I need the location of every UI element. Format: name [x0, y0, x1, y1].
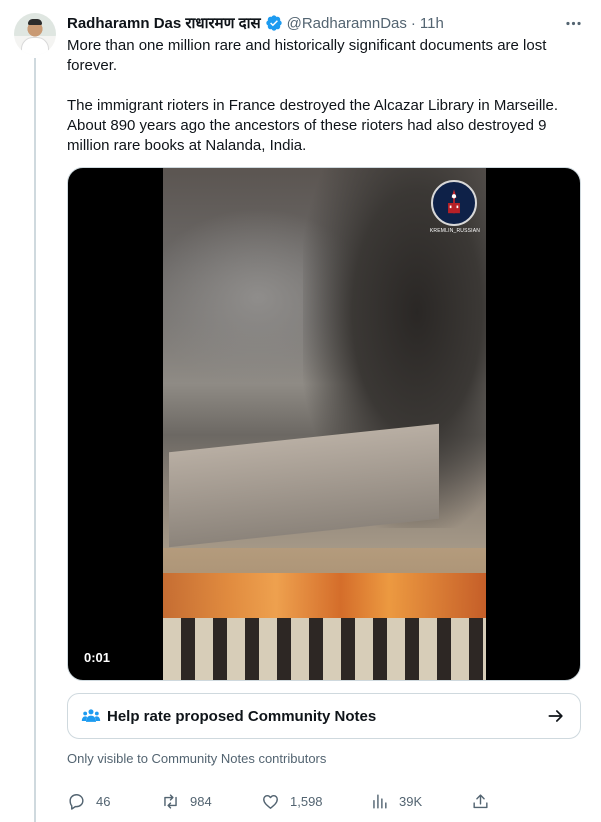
visibility-note: Only visible to Community Notes contribu…	[67, 751, 327, 766]
handle[interactable]: @RadharamnDas	[287, 15, 407, 32]
separator-dot: ·	[410, 14, 416, 32]
more-button[interactable]	[562, 12, 584, 34]
tweet-header: Radharamn Das राधारमण दास @RadharamnDas …	[67, 13, 444, 33]
avatar[interactable]	[14, 13, 56, 55]
like-button[interactable]: 1,598	[261, 791, 323, 811]
share-icon	[473, 793, 488, 808]
community-notes-button[interactable]: Help rate proposed Community Notes	[67, 693, 581, 739]
repost-button[interactable]: 984	[161, 791, 212, 811]
share-button[interactable]	[471, 791, 490, 811]
avatar-hair	[28, 19, 42, 25]
kremlin-logo-icon	[431, 180, 477, 226]
views-button[interactable]: 39K	[370, 791, 422, 811]
reply-icon	[69, 793, 84, 810]
reply-count: 46	[96, 793, 111, 809]
watermark-label: KREMLIN_RUSSIAN	[429, 228, 481, 234]
avatar-shirt	[21, 37, 49, 55]
community-notes-icon	[81, 706, 101, 726]
views-count: 39K	[399, 793, 423, 809]
video-frame[interactable]: KREMLIN_RUSSIAN	[163, 168, 486, 680]
timestamp[interactable]: 11h	[420, 15, 444, 32]
more-icon	[565, 21, 581, 25]
building-roof	[169, 423, 439, 548]
views-icon	[373, 793, 387, 809]
verified-badge-icon[interactable]	[265, 14, 283, 32]
tweet-paragraph: The immigrant rioters in France destroye…	[67, 97, 559, 154]
display-name[interactable]: Radharamn Das राधारमण दास	[67, 13, 261, 33]
video-timer: 0:01	[84, 650, 111, 665]
action-bar: 46 984 1,598 39K	[67, 791, 497, 811]
community-notes-label: Help rate proposed Community Notes	[107, 707, 377, 725]
repost-icon	[164, 793, 177, 809]
repost-count: 984	[190, 793, 212, 809]
like-icon	[263, 794, 278, 809]
reply-button[interactable]: 46	[67, 791, 110, 811]
thread-line	[34, 58, 36, 822]
fire	[163, 573, 486, 621]
arrow-right-icon	[546, 706, 566, 726]
video-player[interactable]: KREMLIN_RUSSIAN 0:01	[67, 167, 581, 681]
tweet-paragraph: More than one million rare and historica…	[67, 37, 547, 74]
colonnade	[163, 618, 486, 680]
tweet-text: More than one million rare and historica…	[67, 36, 582, 156]
like-count: 1,598	[290, 793, 323, 809]
